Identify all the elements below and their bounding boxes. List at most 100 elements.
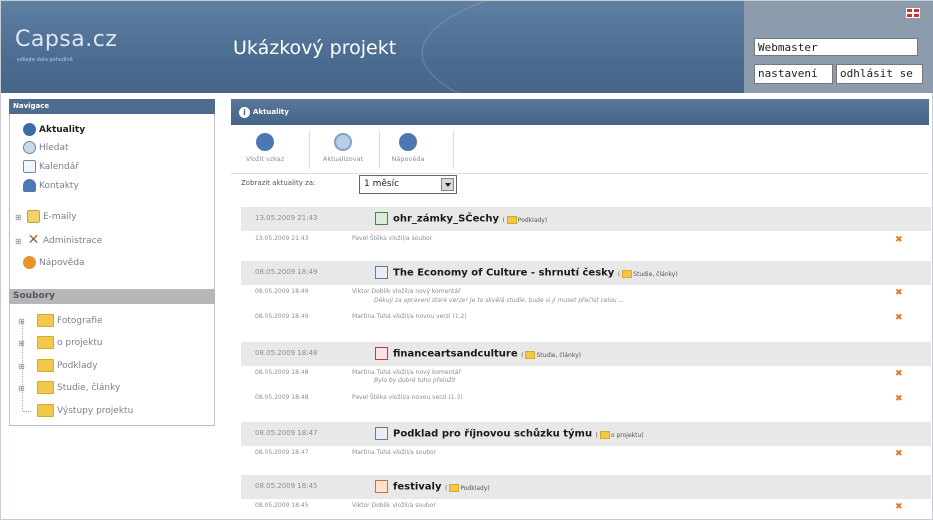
folder-item[interactable]: o projektu xyxy=(37,334,103,352)
pdf-file-icon xyxy=(375,347,388,360)
entry-activity: 08.05.2009 18:47 Martina Tuhá vložil/a so… xyxy=(255,449,436,456)
sidebar-item-emaily[interactable]: E-maily xyxy=(27,208,77,226)
sidebar-item-napoveda[interactable]: Nápověda xyxy=(23,254,85,272)
english-flag-icon[interactable] xyxy=(906,8,920,18)
activity-comment: Děkuji za opravení staré verze! Je to sk… xyxy=(374,297,625,304)
folder-icon xyxy=(449,484,460,492)
activity-text: Viktor Doblik vložil/a nový komentář xyxy=(352,288,461,295)
delete-icon[interactable]: ✖ xyxy=(895,370,903,379)
expand-email-icon[interactable]: ⊞ xyxy=(15,213,22,222)
add-message-button[interactable]: Vložit vzkaz xyxy=(235,133,295,173)
expand-folder-icon[interactable]: ⊞ xyxy=(18,362,25,371)
folder-icon xyxy=(37,314,54,327)
folder-icon xyxy=(599,431,610,439)
refresh-icon xyxy=(334,133,352,151)
user-name: Webmaster xyxy=(754,38,918,56)
help-label: Nápověda xyxy=(391,155,425,163)
entry-title[interactable]: festivaly (Podklady) xyxy=(375,480,490,493)
news-entry[interactable]: 08.05.2009 18:49 The Economy of Culture … xyxy=(241,261,931,285)
sidebar-item-label: Kalendář xyxy=(39,162,79,172)
sidebar-item-aktuality[interactable]: Aktuality xyxy=(23,121,85,139)
expand-admin-icon[interactable]: ⊞ xyxy=(15,237,22,246)
entry-title[interactable]: financeartsandculture (Studie, články) xyxy=(375,347,581,360)
files-heading: Soubory xyxy=(9,289,215,304)
entry-activity: 13.05.2009 21:43 Pavel Štěka vložil/a sou… xyxy=(255,235,432,242)
entry-category-label: o projektu xyxy=(610,431,642,439)
period-select[interactable]: 1 měsíc xyxy=(359,175,457,194)
info-icon xyxy=(23,123,36,136)
entry-activity: 08.05.2009 18:49 Viktor Doblik vložil/a n… xyxy=(255,288,461,295)
folder-item[interactable]: Studie, články xyxy=(37,379,120,397)
entry-title[interactable]: Podklad pro říjnovou schůzku týmu (o pro… xyxy=(375,427,644,440)
news-entry[interactable]: 08.05.2009 18:48 financeartsandculture (… xyxy=(241,342,931,366)
folder-icon xyxy=(37,404,54,417)
entry-title[interactable]: ohr_zámky_SČechy (Podklady) xyxy=(375,212,547,225)
delete-icon[interactable]: ✖ xyxy=(895,314,903,323)
sidebar-item-kontakty[interactable]: Kontakty xyxy=(23,177,79,195)
entry-category[interactable]: (Podklady) xyxy=(445,484,490,492)
word-file-icon xyxy=(375,266,388,279)
header: Capsa.cz sdílejte data pohodlně Ukázkový… xyxy=(1,1,933,93)
delete-icon[interactable]: ✖ xyxy=(895,503,903,512)
delete-icon[interactable]: ✖ xyxy=(895,450,903,459)
entry-category[interactable]: (Studie, články) xyxy=(618,270,678,278)
refresh-button[interactable]: Aktualizovat xyxy=(311,133,375,173)
add-message-icon xyxy=(256,133,274,151)
delete-icon[interactable]: ✖ xyxy=(895,289,903,298)
expand-folder-icon[interactable]: ⊞ xyxy=(18,317,25,326)
activity-time: 08.05.2009 18:48 xyxy=(255,394,309,401)
entry-time: 08.05.2009 18:45 xyxy=(255,482,318,490)
presentation-file-icon xyxy=(375,480,388,493)
entry-category-label: Studie, články xyxy=(536,351,579,359)
folder-label: Studie, články xyxy=(57,383,121,393)
add-message-label: Vložit vzkaz xyxy=(245,155,285,163)
toolbar-divider xyxy=(379,131,380,169)
delete-icon[interactable]: ✖ xyxy=(895,395,903,404)
settings-button[interactable]: nastavení xyxy=(754,64,833,84)
entry-category-label: Studie, články xyxy=(633,270,676,278)
user-panel: Webmaster nastavení odhlásit se xyxy=(744,1,933,93)
calendar-icon xyxy=(23,160,36,173)
sidebar-item-kalendar[interactable]: Kalendář xyxy=(23,158,79,176)
folder-item[interactable]: Fotografie xyxy=(37,312,103,330)
entry-time: 08.05.2009 18:47 xyxy=(255,429,318,437)
activity-text: Martina Tuhá vložil/a novou verzi (1.2) xyxy=(352,313,467,320)
delete-icon[interactable]: ✖ xyxy=(895,236,903,245)
sidebar-item-hledat[interactable]: Hledat xyxy=(23,139,69,157)
entry-category[interactable]: (o projektu) xyxy=(596,431,644,439)
sidebar-item-label: Kontakty xyxy=(39,181,79,191)
sidebar-item-label: Hledat xyxy=(39,143,69,153)
activity-text: Pavel Štěka vložil/a novou verzi (1.3) xyxy=(352,394,463,401)
logout-button[interactable]: odhlásit se xyxy=(836,64,923,84)
chevron-down-icon[interactable] xyxy=(441,178,454,191)
entry-category-label: Podklady xyxy=(460,484,488,492)
folder-item[interactable]: Výstupy projektu xyxy=(37,402,133,420)
sidebar-item-label: Aktuality xyxy=(39,125,86,135)
entry-title-label: ohr_zámky_SČechy xyxy=(393,213,499,225)
folder-item[interactable]: Podklady xyxy=(37,357,98,375)
logo-subtitle: sdílejte data pohodlně xyxy=(17,57,73,63)
filter-label: Zobrazit aktuality za: xyxy=(241,179,316,187)
expand-folder-icon[interactable]: ⊞ xyxy=(18,384,25,393)
entry-category[interactable]: (Podklady) xyxy=(502,216,547,224)
news-entry[interactable]: 13.05.2009 21:43 ohr_zámky_SČechy (Podkl… xyxy=(241,207,931,231)
main-heading: i Aktuality xyxy=(231,99,929,125)
news-entry[interactable]: 08.05.2009 18:45 festivaly (Podklady) xyxy=(241,475,931,499)
tools-icon: ✕ xyxy=(27,232,40,248)
toolbar-divider xyxy=(309,131,310,169)
entry-activity: 08.05.2009 18:48 Pavel Štěka vložil/a nov… xyxy=(255,394,463,401)
entry-category[interactable]: (Studie, články) xyxy=(521,351,581,359)
activity-text: Martina Tuhá vložil/a soubor xyxy=(352,449,437,456)
sidebar-item-label: Administrace xyxy=(43,236,103,246)
expand-folder-icon[interactable]: ⊞ xyxy=(18,339,25,348)
help-button[interactable]: Nápověda xyxy=(383,133,433,173)
logo-title[interactable]: Capsa.cz xyxy=(15,27,117,52)
activity-time: 13.05.2009 21:43 xyxy=(255,235,309,242)
entry-activity: 08.05.2009 18:45 Viktor Doblik vložil/a s… xyxy=(255,502,436,509)
news-entry[interactable]: 08.05.2009 18:47 Podklad pro říjnovou sc… xyxy=(241,422,931,446)
excel-file-icon xyxy=(375,212,388,225)
sidebar-item-administrace[interactable]: ✕ Administrace xyxy=(27,232,102,250)
activity-text: Pavel Štěka vložil/a soubor xyxy=(352,235,433,242)
entry-title[interactable]: The Economy of Culture - shrnutí česky (… xyxy=(375,266,678,279)
activity-text: Viktor Doblik vložil/a soubor xyxy=(352,502,436,509)
